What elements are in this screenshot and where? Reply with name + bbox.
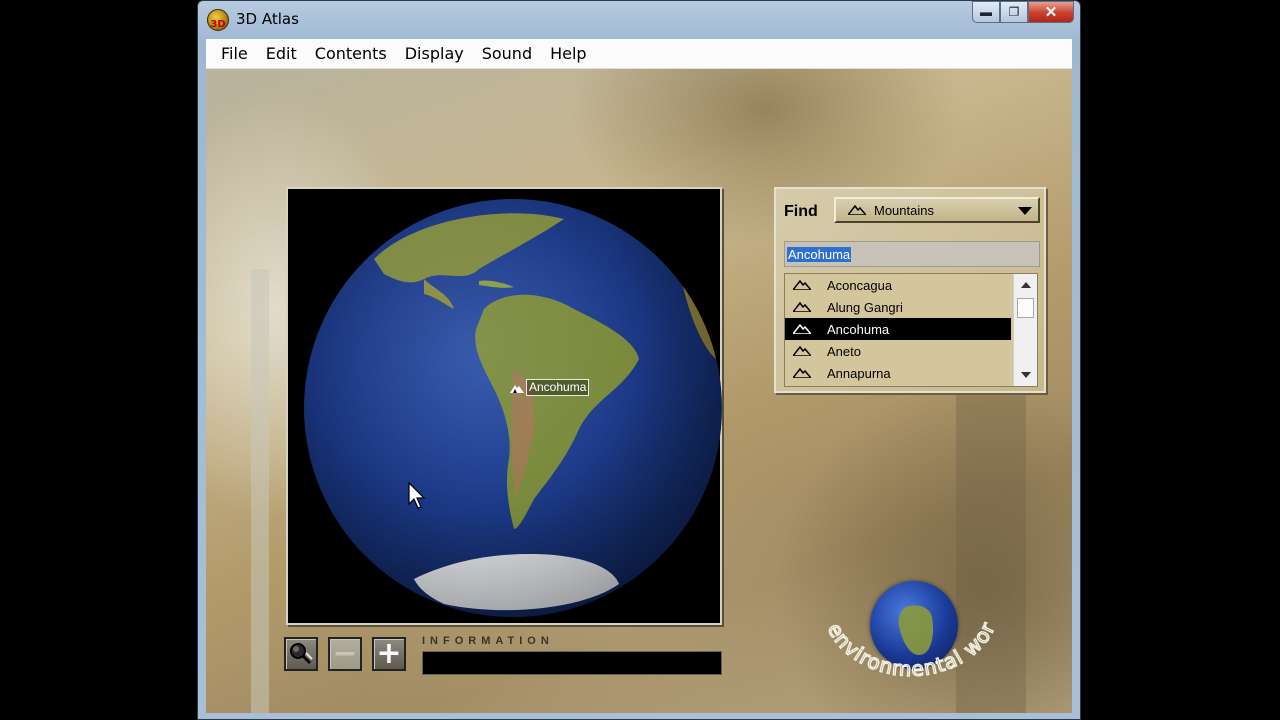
mountain-icon: [848, 205, 866, 215]
mountain-icon: [510, 384, 524, 393]
results-list[interactable]: Aconcagua Alung Gangri Ancohuma Aneto An…: [784, 273, 1038, 387]
mountain-icon: [793, 302, 811, 312]
logo-text-path: environmental world: [816, 569, 1000, 682]
list-item-label: Aconcagua: [827, 277, 893, 293]
mountain-icon: [793, 368, 811, 378]
globe-viewer[interactable]: Ancohuma: [286, 187, 722, 625]
mouse-cursor-icon: [408, 482, 426, 509]
background-tree: [251, 269, 269, 713]
mountain-icon: [793, 346, 811, 356]
menu-contents[interactable]: Contents: [306, 44, 396, 63]
scroll-thumb[interactable]: [1017, 298, 1034, 318]
mountain-icon: [793, 324, 811, 334]
menu-file[interactable]: File: [212, 44, 257, 63]
globe-shading: [304, 199, 722, 617]
window-controls: ▬ ❐ ✕: [972, 1, 1074, 23]
list-item-label: Ancohuma: [827, 321, 890, 337]
zoom-tool-button[interactable]: [284, 637, 318, 671]
list-item-label: Alung Gangri: [827, 299, 903, 315]
magnifier-pan-icon: [290, 643, 313, 665]
menu-bar: File Edit Contents Display Sound Help: [206, 39, 1072, 69]
list-item-selected[interactable]: Ancohuma: [785, 318, 1011, 340]
category-dropdown[interactable]: Mountains: [834, 197, 1040, 223]
scroll-down-icon[interactable]: [1021, 372, 1031, 378]
mountain-icon: [793, 280, 811, 290]
maximize-button[interactable]: ❐: [1000, 1, 1028, 23]
list-item-label: Annapurna: [827, 365, 891, 381]
plus-icon: +: [376, 636, 402, 671]
search-input-value: Ancohuma: [787, 246, 852, 262]
logo-text: environmental world: [816, 569, 1000, 682]
title-bar[interactable]: 3D 3D Atlas ▬ ❐ ✕: [198, 1, 1080, 39]
app-window: 3D 3D Atlas ▬ ❐ ✕ File Edit Contents Dis…: [197, 0, 1081, 720]
list-item[interactable]: Aneto: [785, 340, 1011, 362]
svg-text:environmental world: environmental world: [816, 569, 1000, 681]
zoom-in-button[interactable]: +: [372, 637, 406, 671]
list-item[interactable]: Annapurna: [785, 362, 1011, 384]
category-value: Mountains: [874, 202, 934, 218]
close-button[interactable]: ✕: [1028, 1, 1074, 23]
environmental-world-logo: environmental world: [816, 569, 1006, 709]
atlas-workspace: Ancohuma − + INFORMATION Find Mountains …: [206, 69, 1072, 713]
search-input[interactable]: Ancohuma: [784, 241, 1040, 267]
find-panel: Find Mountains Ancohuma Aconcagua Alung …: [774, 187, 1046, 393]
earth-globe[interactable]: Ancohuma: [304, 199, 722, 617]
chevron-down-icon: [1018, 207, 1032, 215]
menu-sound[interactable]: Sound: [473, 44, 541, 63]
list-item-label: Aneto: [827, 343, 861, 359]
results-scrollbar[interactable]: [1013, 274, 1037, 386]
menu-help[interactable]: Help: [541, 44, 595, 63]
information-display: [422, 651, 722, 675]
map-location-marker[interactable]: Ancohuma: [510, 379, 590, 396]
minimize-button[interactable]: ▬: [972, 1, 1000, 23]
menu-display[interactable]: Display: [396, 44, 473, 63]
app-icon[interactable]: 3D: [207, 9, 229, 31]
find-label: Find: [784, 203, 818, 220]
marker-label: Ancohuma: [526, 379, 590, 396]
minus-icon: −: [332, 636, 358, 671]
list-item[interactable]: Aconcagua: [785, 274, 1011, 296]
information-label: INFORMATION: [422, 635, 554, 647]
menu-edit[interactable]: Edit: [257, 44, 306, 63]
window-title: 3D Atlas: [236, 10, 299, 28]
scroll-up-icon[interactable]: [1021, 282, 1031, 288]
zoom-out-button[interactable]: −: [328, 637, 362, 671]
list-item[interactable]: Alung Gangri: [785, 296, 1011, 318]
